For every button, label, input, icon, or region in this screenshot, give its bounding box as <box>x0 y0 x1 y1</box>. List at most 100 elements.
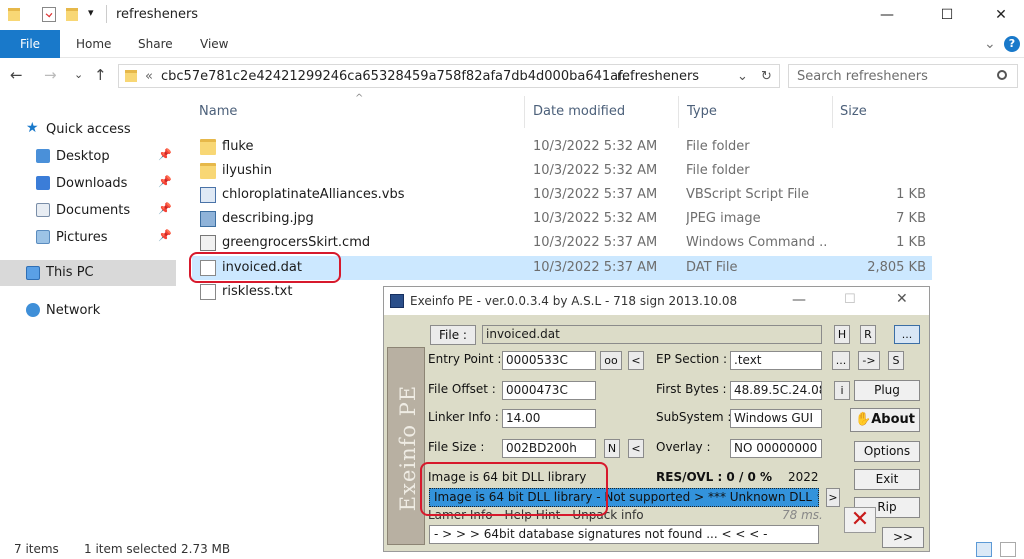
sidebar-item-pictures[interactable]: Pictures 📌 <box>0 226 176 250</box>
qat-dropdown-icon[interactable]: ▾ <box>88 6 94 19</box>
browse-button[interactable]: ... <box>894 325 920 344</box>
documents-icon <box>36 203 50 217</box>
breadcrumb-current[interactable]: refresheners <box>617 69 699 84</box>
info-button[interactable]: i <box>834 381 850 400</box>
file-row[interactable]: chloroplatinateAlliances.vbs 10/3/2022 5… <box>192 183 932 207</box>
sort-indicator-icon: ^ <box>355 93 364 104</box>
breadcrumb-guid[interactable]: cbc57e781c2e42421299246ca65328459a758f82… <box>161 69 634 84</box>
next-button[interactable]: >> <box>882 527 924 548</box>
exeinfo-title-bar: Exeinfo PE - ver.0.0.3.4 by A.S.L - 718 … <box>384 287 929 315</box>
ribbon-expand-icon[interactable]: ⌄ <box>984 30 996 58</box>
first-bytes-field[interactable]: 48.89.5C.24.08 <box>730 381 822 400</box>
about-button[interactable]: ✋About <box>850 408 920 432</box>
recent-locations-button[interactable]: ⌄ <box>74 68 83 81</box>
column-header-size[interactable]: Size <box>840 104 867 119</box>
oo-button[interactable]: oo <box>600 351 622 370</box>
hand-icon: ✋ <box>855 412 872 427</box>
file-icon <box>200 260 216 276</box>
linker-info-field[interactable]: 14.00 <box>502 409 596 428</box>
minimize-button[interactable]: — <box>864 0 910 30</box>
subsystem-field[interactable]: Windows GUI <box>730 409 822 428</box>
file-name-field[interactable]: invoiced.dat <box>482 325 822 344</box>
section-dots-button[interactable]: ... <box>832 351 850 370</box>
detection-result-field[interactable]: Image is 64 bit DLL library - Not suppor… <box>429 488 819 507</box>
hash-button[interactable]: H <box>834 325 850 344</box>
exe-close-button[interactable]: ✕ <box>896 291 908 307</box>
exe-maximize-button[interactable]: ☐ <box>844 292 856 307</box>
sidebar-item-network[interactable]: Network <box>0 299 176 323</box>
options-button[interactable]: Options <box>854 441 920 462</box>
file-row[interactable]: greengrocersSkirt.cmd 10/3/2022 5:37 AM … <box>192 231 932 255</box>
breadcrumb-separator[interactable]: › <box>597 69 602 84</box>
file-size-field[interactable]: 002BD200h <box>502 439 596 458</box>
large-icons-view-icon[interactable] <box>1000 542 1016 557</box>
address-dropdown-icon[interactable]: ⌄ <box>737 69 748 84</box>
help-icon[interactable]: ? <box>1004 36 1020 52</box>
file-row-selected[interactable]: invoiced.dat 10/3/2022 5:37 AM DAT File … <box>192 256 932 280</box>
details-view-icon[interactable] <box>976 542 992 557</box>
sidebar-item-label: This PC <box>46 265 94 280</box>
search-box[interactable]: Search refresheners <box>788 64 1018 88</box>
column-header-name[interactable]: Name <box>199 104 237 119</box>
pin-icon[interactable]: 📌 <box>158 148 172 161</box>
file-size: 1 KB <box>896 235 926 250</box>
maximize-button[interactable]: ☐ <box>924 0 970 30</box>
clear-icon[interactable]: ✕ <box>844 507 876 533</box>
scroll-right-button[interactable]: > <box>826 488 840 507</box>
ribbon: File Home Share View ⌄ ? <box>0 30 1024 58</box>
file-row[interactable]: ilyushin 10/3/2022 5:32 AM File folder <box>192 159 932 183</box>
tab-share[interactable]: Share <box>138 30 173 58</box>
plug-button[interactable]: Plug <box>854 380 920 401</box>
search-icon <box>997 70 1007 80</box>
pin-icon[interactable]: 📌 <box>158 229 172 242</box>
pin-icon[interactable]: 📌 <box>158 202 172 215</box>
back-button[interactable]: ← <box>10 66 23 84</box>
file-type: File folder <box>686 163 750 178</box>
sidebar-item-desktop[interactable]: Desktop 📌 <box>0 145 176 169</box>
properties-icon[interactable] <box>42 7 56 22</box>
path-overflow[interactable]: « <box>145 69 153 84</box>
tab-file[interactable]: File <box>0 30 60 58</box>
r-button[interactable]: R <box>860 325 876 344</box>
file-row[interactable]: fluke 10/3/2022 5:32 AM File folder <box>192 135 932 159</box>
file-size-label: File Size : <box>428 440 485 454</box>
close-button[interactable]: ✕ <box>978 0 1024 30</box>
n-button[interactable]: N <box>604 439 620 458</box>
arrow-button[interactable]: -> <box>858 351 880 370</box>
refresh-icon[interactable]: ↻ <box>761 69 772 84</box>
signature-status-field[interactable]: - > > > 64bit database signatures not fo… <box>429 525 819 544</box>
search-input[interactable]: Search refresheners <box>797 69 928 84</box>
sidebar-item-quick-access[interactable]: ★ Quick access <box>0 118 176 142</box>
new-folder-icon[interactable] <box>66 8 78 21</box>
file-date: 10/3/2022 5:37 AM <box>533 260 658 275</box>
tab-view[interactable]: View <box>200 30 228 58</box>
sidebar-item-downloads[interactable]: Downloads 📌 <box>0 172 176 196</box>
overlay-label: Overlay : <box>656 440 711 454</box>
prev-button[interactable]: < <box>628 351 644 370</box>
file-offset-field[interactable]: 0000473C <box>502 381 596 400</box>
ep-section-field[interactable]: .text <box>730 351 822 370</box>
file-row[interactable]: describing.jpg 10/3/2022 5:32 AM JPEG im… <box>192 207 932 231</box>
s-button[interactable]: S <box>888 351 904 370</box>
address-bar[interactable]: « cbc57e781c2e42421299246ca65328459a758f… <box>118 64 780 88</box>
file-type: File folder <box>686 139 750 154</box>
prev-button-2[interactable]: < <box>628 439 644 458</box>
column-header-type[interactable]: Type <box>687 104 717 119</box>
forward-button[interactable]: → <box>44 66 57 84</box>
column-header-date[interactable]: Date modified <box>533 104 625 119</box>
exe-minimize-button[interactable]: — <box>792 292 806 308</box>
year-text: 2022 <box>788 470 819 484</box>
up-button[interactable]: ↑ <box>94 66 107 84</box>
overlay-field[interactable]: NO 00000000 <box>730 439 822 458</box>
hints-text[interactable]: Lamer Info - Help Hint - Unpack info <box>428 508 644 522</box>
file-type: Windows Command ... <box>686 235 826 250</box>
desktop-icon <box>36 149 50 163</box>
pin-icon[interactable]: 📌 <box>158 175 172 188</box>
sidebar-item-this-pc[interactable]: This PC <box>0 260 176 286</box>
exit-button[interactable]: Exit <box>854 469 920 490</box>
file-button[interactable]: File : <box>430 325 476 345</box>
entry-point-field[interactable]: 0000533C <box>502 351 596 370</box>
file-row[interactable]: riskless.txt <box>192 280 382 304</box>
tab-home[interactable]: Home <box>76 30 111 58</box>
sidebar-item-documents[interactable]: Documents 📌 <box>0 199 176 223</box>
